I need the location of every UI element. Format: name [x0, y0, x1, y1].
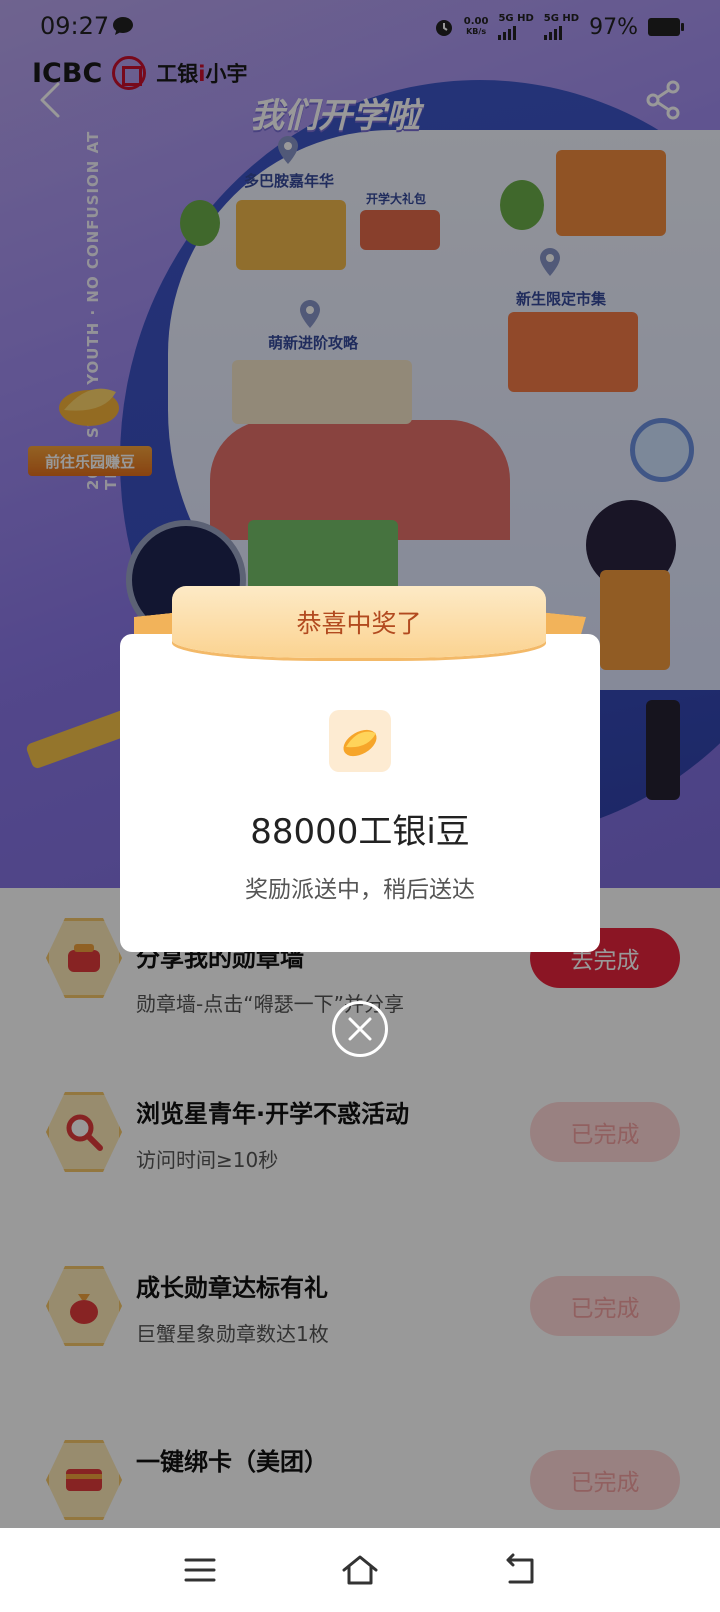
- dialog-title: 恭喜中奖了: [296, 609, 422, 638]
- prize-note: 奖励派送中，稍后送达: [245, 877, 475, 903]
- prize-amount: 88000工银i豆: [250, 812, 470, 852]
- back-nav-icon[interactable]: [500, 1552, 540, 1588]
- close-icon[interactable]: [332, 1001, 388, 1057]
- prize-dialog: [120, 634, 600, 952]
- dialog-ribbon: 恭喜中奖了: [172, 586, 546, 658]
- menu-icon[interactable]: [180, 1552, 220, 1588]
- home-icon[interactable]: [340, 1552, 380, 1588]
- bean-icon: [329, 710, 391, 772]
- system-nav-bar: [0, 1528, 720, 1612]
